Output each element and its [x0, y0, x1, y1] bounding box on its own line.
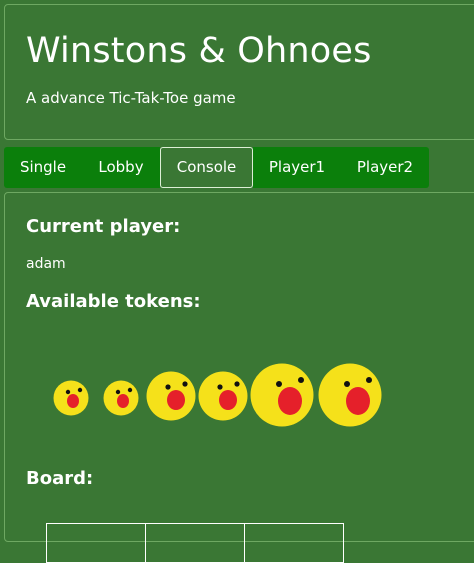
available-tokens-label: Available tokens: [26, 291, 201, 312]
token-large-2[interactable] [318, 363, 382, 427]
token-small-1[interactable] [53, 380, 89, 416]
tab-player1[interactable]: Player1 [253, 147, 341, 188]
current-player-name: adam [26, 256, 66, 272]
board-label: Board: [26, 468, 94, 489]
console-panel: Current player: adam Available tokens: B… [4, 192, 474, 563]
token-medium-2[interactable] [198, 371, 248, 421]
token-medium-1[interactable] [146, 371, 196, 421]
board-cell[interactable] [46, 523, 146, 563]
board-cell[interactable] [145, 523, 245, 563]
tab-single[interactable]: Single [4, 147, 82, 188]
tab-player2[interactable]: Player2 [341, 147, 429, 188]
tab-bar: Single Lobby Console Player1 Player2 [4, 147, 429, 188]
board-cell[interactable] [244, 523, 344, 563]
page-title: Winstons & Ohnoes [26, 31, 372, 71]
tab-lobby[interactable]: Lobby [82, 147, 160, 188]
current-player-label: Current player: [26, 216, 181, 237]
game-board [46, 523, 344, 563]
tab-console[interactable]: Console [160, 147, 253, 188]
header-panel: Winstons & Ohnoes A advance Tic-Tak-Toe … [4, 4, 474, 140]
token-large-1[interactable] [250, 363, 314, 427]
page-subtitle: A advance Tic-Tak-Toe game [26, 89, 236, 107]
token-small-2[interactable] [103, 380, 139, 416]
